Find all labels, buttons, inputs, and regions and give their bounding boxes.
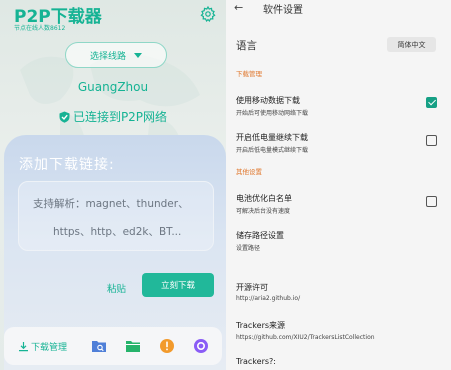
folder-icon[interactable] [124, 337, 142, 355]
circle-icon[interactable] [192, 337, 210, 355]
online-count: 节点在线人数8612 [14, 25, 66, 32]
settings-title: 软件设置 [263, 5, 303, 16]
low-battery-subtitle: 开启后低电量模式继续下载 [236, 147, 309, 154]
select-route-button[interactable]: 选择线路 [65, 42, 167, 68]
mobile-data-subtitle: 开始后可使用移动网络下载 [236, 110, 309, 117]
add-link-title: 添加下载链接: [19, 157, 115, 173]
download-manager-button[interactable]: 下载管理 [18, 340, 67, 353]
link-input-placeholder-line2: https、http、ed2k、BT... [53, 226, 182, 238]
battery-whitelist-title: 电池优化白名单 [236, 194, 292, 203]
storage-path-subtitle: 设置路径 [236, 245, 261, 252]
main-screen: P2P下载器 节点在线人数8612 选择线路 GuangZhou 已连接到P2P… [0, 0, 226, 370]
section-download: 下载管理 [236, 70, 262, 78]
download-now-button[interactable]: 立刻下载 [142, 273, 214, 297]
info-icon[interactable] [158, 337, 176, 355]
settings-screen: ← 软件设置 语言 简体中文 下载管理 使用移动数据下载 开始后可使用移动网络下… [226, 0, 451, 370]
language-select[interactable]: 简体中文 [387, 37, 436, 52]
mobile-data-title: 使用移动数据下载 [236, 96, 300, 105]
trackers-source-title[interactable]: Trackers来源 [236, 320, 285, 331]
connection-status: 已连接到P2P网络 [0, 108, 226, 125]
city-label: GuangZhou [77, 80, 149, 94]
select-route-label: 选择线路 [89, 51, 126, 62]
storage-path-title[interactable]: 储存路径设置 [236, 230, 284, 241]
battery-whitelist-checkbox[interactable] [426, 196, 437, 207]
download-icon [19, 341, 28, 351]
paste-button[interactable]: 粘贴 [107, 281, 126, 295]
caret-down-icon [134, 52, 142, 58]
license-link[interactable]: http://aria2.github.io/ [236, 295, 300, 302]
low-battery-title: 开启低电量继续下载 [236, 133, 308, 142]
gear-icon[interactable] [200, 6, 216, 22]
link-input-placeholder-line1: 支持解析：magnet、thunder、 [33, 198, 189, 210]
trackers-source-link[interactable]: https://github.com/XIU2/TrackersListColl… [236, 334, 375, 341]
battery-whitelist-subtitle: 可解决后台没有速度 [236, 208, 291, 215]
shield-check-icon [59, 111, 70, 123]
download-manager-label: 下载管理 [31, 342, 68, 353]
section-other: 其他设置 [236, 168, 262, 176]
license-title[interactable]: 开源许可 [236, 282, 268, 293]
connection-status-text: 已连接到P2P网络 [72, 110, 168, 124]
low-battery-checkbox[interactable] [426, 135, 437, 146]
bottom-toolbar: 下载管理 [4, 327, 222, 365]
language-label: 语言 [236, 40, 257, 52]
back-arrow-icon[interactable]: ← [234, 1, 243, 14]
link-input[interactable]: 支持解析：magnet、thunder、 https、http、ed2k、BT.… [18, 181, 214, 251]
trackers-title[interactable]: Trackers?: [236, 357, 276, 366]
folder-search-icon[interactable] [90, 337, 108, 355]
mobile-data-checkbox[interactable] [426, 97, 437, 108]
